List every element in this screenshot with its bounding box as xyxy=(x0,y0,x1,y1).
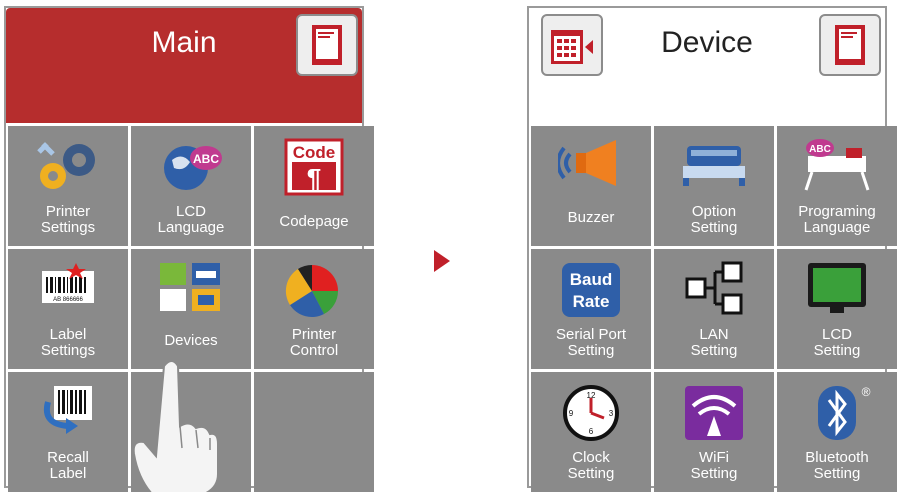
empty-tile xyxy=(254,372,374,492)
svg-text:Rate: Rate xyxy=(573,292,610,311)
svg-text:ABC: ABC xyxy=(809,144,831,155)
barcode-label-icon: AB 866666 xyxy=(42,263,94,303)
document-icon xyxy=(312,25,342,65)
option-setting-tile[interactable]: Option Setting xyxy=(654,126,774,246)
tile-label: Bluetooth Setting xyxy=(805,449,869,482)
programing-language-tile[interactable]: ABC Programing Language xyxy=(777,126,897,246)
main-header: Main xyxy=(6,8,362,123)
tile-label: Buzzer xyxy=(567,209,615,226)
document-icon xyxy=(835,25,865,65)
tile-label: Programing Language xyxy=(798,203,876,236)
svg-text:AB 866666: AB 866666 xyxy=(53,297,83,303)
buzzer-tile[interactable]: Buzzer xyxy=(531,126,651,246)
lan-setting-tile[interactable]: LAN Setting xyxy=(654,249,774,369)
speaker-icon xyxy=(558,140,616,186)
recall-label-tile[interactable]: Recall Label xyxy=(8,372,128,492)
wifi-icon xyxy=(685,386,743,440)
tile-label: Devices xyxy=(164,332,218,349)
svg-text:9: 9 xyxy=(569,409,574,418)
clock-setting-tile[interactable]: 12 3 6 9 Clock Setting xyxy=(531,372,651,492)
bluetooth-icon: ® xyxy=(818,385,871,440)
svg-text:¶: ¶ xyxy=(307,163,321,193)
print-page-button[interactable] xyxy=(819,14,881,76)
tile-label: Codepage xyxy=(279,213,349,230)
codepage-tile[interactable]: Code ¶ Codepage xyxy=(254,126,374,246)
navigation-arrow-icon xyxy=(434,250,450,272)
lcd-setting-tile[interactable]: LCD Setting xyxy=(777,249,897,369)
printer-control-tile[interactable]: Printer Control xyxy=(254,249,374,369)
devices-icon xyxy=(160,263,220,311)
svg-text:3: 3 xyxy=(609,409,614,418)
serial-port-setting-tile[interactable]: Baud Rate Serial Port Setting xyxy=(531,249,651,369)
tile-label: Printer Control xyxy=(289,326,339,359)
bluetooth-setting-tile[interactable]: ® Bluetooth Setting xyxy=(777,372,897,492)
svg-text:6: 6 xyxy=(589,427,594,436)
svg-text:Baud: Baud xyxy=(570,270,613,289)
printer-abc-icon: ABC xyxy=(804,139,870,191)
tile-label: LCD Setting xyxy=(813,326,861,359)
device-header: Device xyxy=(529,8,885,123)
device-screen: Device Buzzer Option Setting ABC Program… xyxy=(527,6,897,492)
monitor-icon xyxy=(808,263,866,313)
lcd-language-tile[interactable]: ABC LCD Language xyxy=(131,126,251,246)
printer-settings-tile[interactable]: Printer Settings xyxy=(8,126,128,246)
devices-tile[interactable]: Devices xyxy=(131,249,251,369)
print-page-button[interactable] xyxy=(296,14,358,76)
pie-chart-icon xyxy=(285,264,338,317)
tile-label: Clock Setting xyxy=(567,449,615,482)
hand-pointer-icon xyxy=(132,360,218,492)
svg-text:Code: Code xyxy=(293,143,336,162)
device-menu-grid: Buzzer Option Setting ABC Programing Lan… xyxy=(531,126,897,492)
wifi-setting-tile[interactable]: WiFi Setting xyxy=(654,372,774,492)
codepage-icon: Code ¶ xyxy=(284,138,344,196)
svg-text:ABC: ABC xyxy=(193,152,219,166)
clock-icon: 12 3 6 9 xyxy=(563,385,619,441)
tile-label: WiFi Setting xyxy=(690,449,738,482)
svg-text:®: ® xyxy=(862,385,871,399)
tile-label: Serial Port Setting xyxy=(555,326,627,359)
globe-abc-icon: ABC xyxy=(164,146,222,190)
tile-label: Printer Settings xyxy=(40,203,96,236)
option-module-icon xyxy=(683,146,745,186)
lan-icon xyxy=(685,261,743,315)
label-settings-tile[interactable]: AB 866666 Label Settings xyxy=(8,249,128,369)
gears-icon xyxy=(37,142,95,189)
recall-label-icon xyxy=(44,386,92,434)
tile-label: Recall Label xyxy=(47,449,89,482)
tile-label: LAN Setting xyxy=(690,326,738,359)
tile-label: Label Settings xyxy=(40,326,96,359)
tile-label: LCD Language xyxy=(157,203,225,236)
tile-label: Option Setting xyxy=(690,203,738,236)
baud-rate-icon: Baud Rate xyxy=(562,263,620,317)
